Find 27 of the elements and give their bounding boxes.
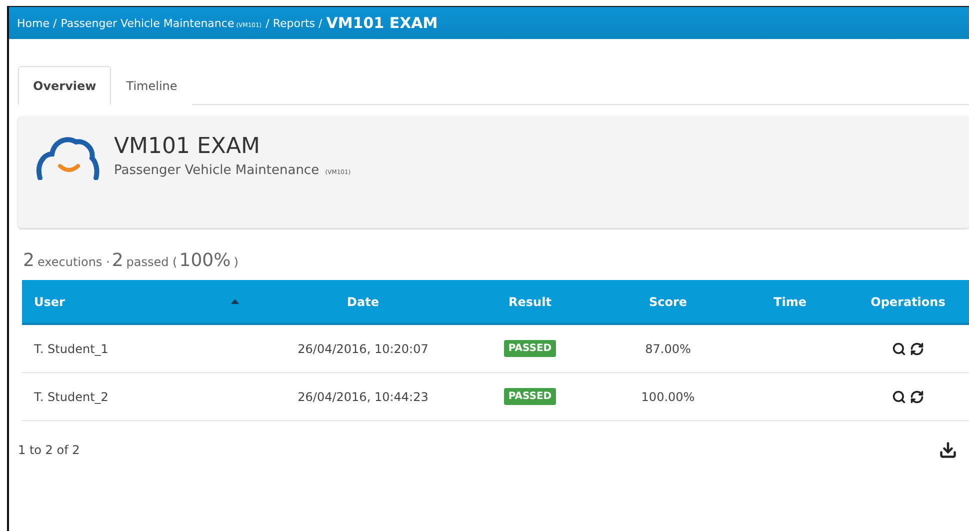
table-cell: 26/04/2016, 10:20:07 [269,325,457,373]
search-icon[interactable] [892,342,906,356]
result-badge: PASSED [504,388,556,405]
column-header[interactable]: Score [603,280,733,325]
breadcrumb-link[interactable]: VM101 EXAM [326,14,438,32]
search-icon[interactable] [892,390,906,404]
summary-text: 2 executions ·2 passed (100% ) [23,250,240,273]
cloud-logo-icon [36,134,100,180]
tab[interactable]: Overview [18,66,112,105]
table-cell: T. Student_2 [22,373,269,421]
pagination-text: 1 to 2 of 2 [18,443,80,457]
refresh-icon[interactable] [910,342,924,356]
table-cell: T. Student_1 [22,325,269,373]
refresh-icon[interactable] [910,390,924,404]
column-header[interactable]: User [22,280,269,325]
column-header[interactable]: Time [733,280,847,325]
column-header[interactable]: Date [269,280,457,325]
exam-title: VM101 EXAM [114,134,262,159]
column-header[interactable]: Result [457,280,603,325]
table-cell: 100.00% [603,373,733,421]
table-cell: 26/04/2016, 10:44:23 [269,373,457,421]
result-badge: PASSED [504,340,556,357]
breadcrumb-link[interactable]: / Reports / [266,16,322,30]
table-cell: 87.00% [603,325,733,373]
column-header[interactable]: Operations [847,280,969,325]
download-icon[interactable] [939,441,957,459]
breadcrumb-link[interactable]: Home / [17,16,57,30]
